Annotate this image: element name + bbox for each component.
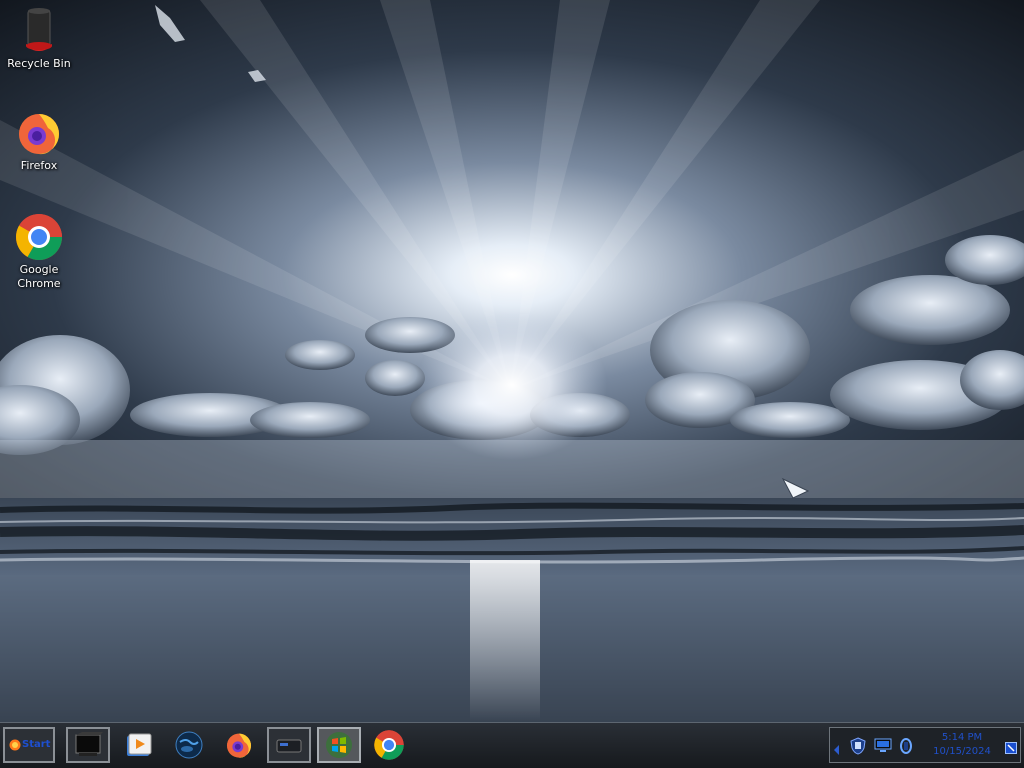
desktop-icon-label: Google Chrome: [17, 263, 61, 290]
desktop-icon-recycle-bin[interactable]: Recycle Bin: [1, 6, 77, 71]
taskbar-item-firefox[interactable]: [217, 727, 261, 763]
desktop-icon-label: Firefox: [20, 159, 58, 172]
show-desktop-icon[interactable]: [1005, 739, 1017, 758]
clock-date: 10/15/2024: [933, 746, 991, 757]
taskbar-item-media-player[interactable]: [116, 727, 160, 763]
desktop-icon-firefox[interactable]: Firefox: [1, 108, 77, 173]
desktop[interactable]: Recycle Bin Firefox Google Chrome Start …: [0, 0, 1024, 768]
system-tray: 5:14 PM 10/15/2024: [829, 727, 1021, 763]
taskbar-item-chrome[interactable]: [367, 727, 411, 763]
taskbar: Start 5:14 PM 10/15/2024: [0, 722, 1024, 768]
drive-icon: [276, 739, 302, 753]
taskbar-item-globe-browser[interactable]: [167, 727, 211, 763]
volume-icon[interactable]: [899, 737, 913, 759]
recycle-bin-icon: [26, 8, 52, 51]
firefox-icon: [227, 733, 251, 758]
start-orb-icon: [9, 739, 21, 751]
terminal-icon: [75, 732, 103, 756]
chrome-icon: [374, 730, 404, 760]
tray-expand-icon[interactable]: [834, 740, 840, 759]
media-player-icon: [127, 733, 152, 756]
firefox-icon: [19, 114, 59, 155]
chrome-icon: [16, 214, 63, 260]
start-label: Start: [22, 739, 51, 750]
globe-browser-icon: [175, 731, 203, 759]
taskbar-item-windows-flag[interactable]: [317, 727, 361, 763]
desktop-icon-label: Recycle Bin: [7, 57, 71, 70]
taskbar-item-drive[interactable]: [267, 727, 311, 763]
desktop-icon-chrome[interactable]: Google Chrome: [1, 212, 77, 291]
wallpaper-ocean-sunset: [0, 0, 1024, 722]
network-monitor-icon[interactable]: [874, 737, 892, 757]
start-button[interactable]: Start: [3, 727, 55, 763]
security-shield-icon[interactable]: [850, 737, 866, 759]
taskbar-item-terminal[interactable]: [66, 727, 110, 763]
windows-flag-icon: [326, 732, 352, 758]
clock[interactable]: 5:14 PM 10/15/2024: [918, 731, 1006, 759]
clock-time: 5:14 PM: [941, 732, 983, 743]
